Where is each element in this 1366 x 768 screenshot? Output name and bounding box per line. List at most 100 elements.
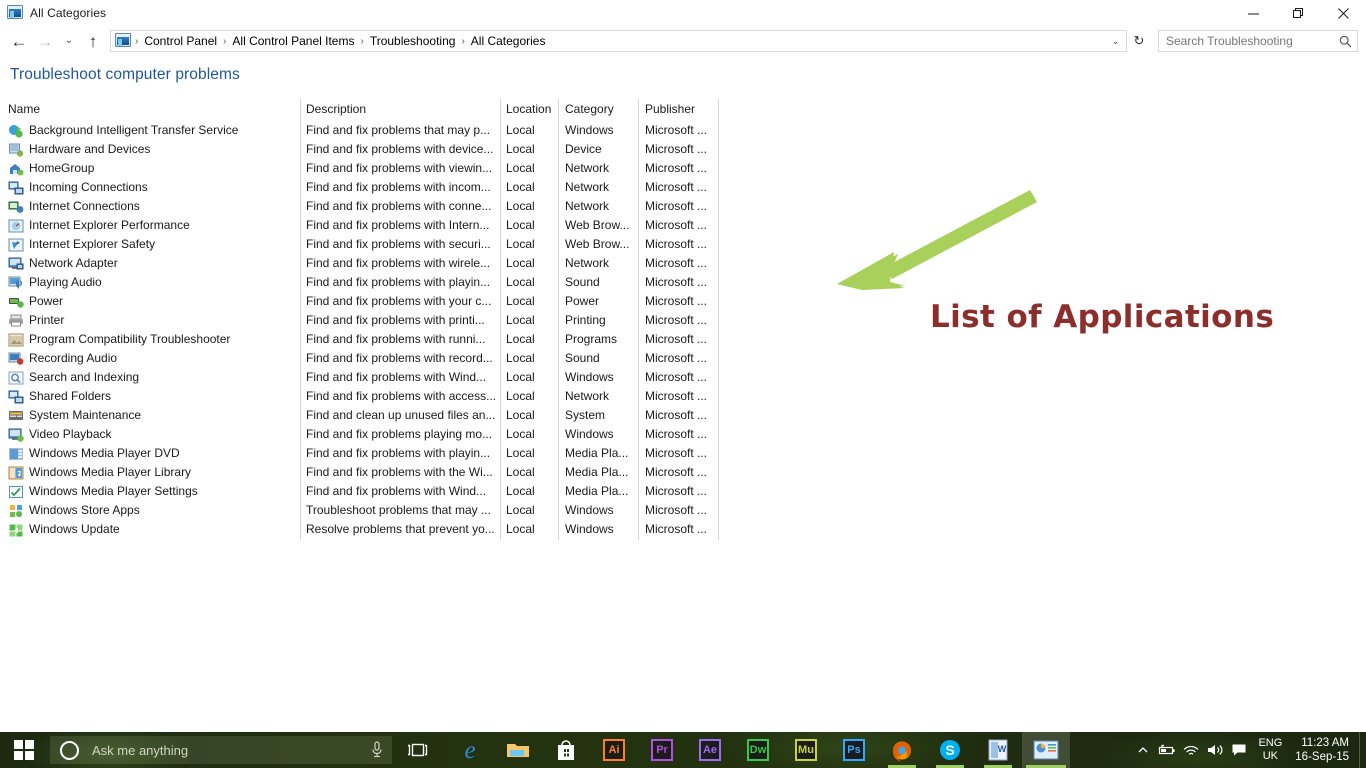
troubleshooter-name: Network Adapter bbox=[29, 256, 118, 270]
close-button[interactable] bbox=[1321, 0, 1366, 26]
breadcrumb-item-1[interactable]: All Control Panel Items bbox=[228, 33, 358, 49]
table-row[interactable]: Playing Audio Find and fix problems with … bbox=[0, 273, 1366, 292]
taskbar-app-skype[interactable]: S bbox=[926, 732, 974, 768]
cell-location: Local bbox=[506, 427, 535, 441]
cell-name: Program Compatibility Troubleshooter bbox=[8, 330, 296, 349]
taskbar-app-after-effects[interactable]: Ae bbox=[686, 732, 734, 768]
start-button[interactable] bbox=[0, 732, 48, 768]
table-row[interactable]: Shared Folders Find and fix problems with… bbox=[0, 387, 1366, 406]
cell-location: Local bbox=[506, 180, 535, 194]
cell-category: Sound bbox=[565, 351, 600, 365]
cell-category: Windows bbox=[565, 123, 614, 137]
breadcrumb-separator: › bbox=[360, 35, 364, 47]
breadcrumb-item-0[interactable]: Control Panel bbox=[140, 33, 221, 49]
search-box[interactable] bbox=[1158, 30, 1358, 52]
cortana-search-box[interactable]: Ask me anything bbox=[50, 736, 392, 764]
column-header-name[interactable]: Name bbox=[8, 99, 40, 119]
refresh-button[interactable]: ↻ bbox=[1127, 30, 1151, 52]
file-explorer-icon bbox=[507, 744, 529, 757]
troubleshooter-name: Hardware and Devices bbox=[29, 142, 151, 156]
svg-text:W: W bbox=[998, 744, 1007, 754]
annotation-label: List of Applications bbox=[930, 299, 1275, 335]
table-row[interactable]: Windows Media Player Settings Find and fi… bbox=[0, 482, 1366, 501]
table-row[interactable]: Incoming Connections Find and fix problem… bbox=[0, 178, 1366, 197]
troubleshooter-name: Internet Explorer Safety bbox=[29, 237, 156, 251]
taskbar-app-file-explorer[interactable] bbox=[494, 732, 542, 768]
taskbar-app-word[interactable]: W bbox=[974, 732, 1022, 768]
clock[interactable]: 11:23 AM 16-Sep-15 bbox=[1289, 732, 1359, 768]
notifications-icon[interactable] bbox=[1227, 732, 1251, 768]
cell-category: Network bbox=[565, 389, 610, 403]
volume-icon[interactable] bbox=[1203, 732, 1227, 768]
table-row[interactable]: Video Playback Find and fix problems play… bbox=[0, 425, 1366, 444]
cell-name: Windows Media Player Library bbox=[8, 463, 296, 482]
address-dropdown-button[interactable]: ⌄ bbox=[1107, 31, 1124, 51]
taskbar-app-firefox[interactable] bbox=[878, 732, 926, 768]
table-row[interactable]: Internet Explorer Safety Find and fix pro… bbox=[0, 235, 1366, 254]
cell-description: Find and fix problems with playin... bbox=[306, 446, 491, 460]
taskbar-app-premiere-pro[interactable]: Pr bbox=[638, 732, 686, 768]
table-row[interactable]: Internet Connections Find and fix problem… bbox=[0, 197, 1366, 216]
up-button[interactable]: ↑ bbox=[80, 28, 106, 54]
taskbar-app-photoshop[interactable]: Ps bbox=[830, 732, 878, 768]
table-row[interactable]: Search and Indexing Find and fix problems… bbox=[0, 368, 1366, 387]
cell-category: Network bbox=[565, 180, 610, 194]
table-row[interactable]: Windows Store Apps Troubleshoot problems … bbox=[0, 501, 1366, 520]
column-header-location[interactable]: Location bbox=[506, 99, 551, 119]
internet-connections-icon bbox=[8, 199, 24, 215]
table-row[interactable]: System Maintenance Find and clean up unus… bbox=[0, 406, 1366, 425]
chevron-down-icon: ⌄ bbox=[64, 35, 74, 46]
troubleshooter-name: Video Playback bbox=[29, 427, 112, 441]
maximize-button[interactable] bbox=[1276, 0, 1321, 26]
taskbar-app-edge[interactable]: e bbox=[446, 732, 494, 768]
table-row[interactable]: Recording Audio Find and fix problems wit… bbox=[0, 349, 1366, 368]
taskbar-app-muse[interactable]: Mu bbox=[782, 732, 830, 768]
back-button[interactable]: ← bbox=[6, 28, 32, 54]
search-input[interactable] bbox=[1166, 34, 1337, 48]
table-row[interactable]: Internet Explorer Performance Find and fi… bbox=[0, 216, 1366, 235]
taskbar-app-control-panel[interactable] bbox=[1022, 732, 1070, 768]
cell-category: Sound bbox=[565, 275, 600, 289]
taskbar-app-dreamweaver[interactable]: Dw bbox=[734, 732, 782, 768]
table-row[interactable]: HomeGroup Find and fix problems with view… bbox=[0, 159, 1366, 178]
table-row[interactable]: Windows Media Player Library Find and fix… bbox=[0, 463, 1366, 482]
cell-name: Windows Media Player DVD bbox=[8, 444, 296, 463]
taskbar-app-microsoft-store[interactable] bbox=[542, 732, 590, 768]
battery-icon[interactable] bbox=[1155, 732, 1179, 768]
table-row[interactable]: Hardware and Devices Find and fix problem… bbox=[0, 140, 1366, 159]
column-header-publisher[interactable]: Publisher bbox=[645, 99, 695, 119]
taskbar-app-illustrator[interactable]: Ai bbox=[590, 732, 638, 768]
cell-name: Windows Store Apps bbox=[8, 501, 296, 520]
column-header-category[interactable]: Category bbox=[565, 99, 614, 119]
table-row[interactable]: Network Adapter Find and fix problems wit… bbox=[0, 254, 1366, 273]
troubleshooter-name: Shared Folders bbox=[29, 389, 112, 403]
cell-category: Windows bbox=[565, 427, 614, 441]
language-indicator[interactable]: ENG UK bbox=[1251, 732, 1289, 768]
minimize-button[interactable] bbox=[1231, 0, 1276, 26]
cell-category: Power bbox=[565, 294, 600, 308]
cell-category: Web Brow... bbox=[565, 237, 630, 251]
show-hidden-icons-button[interactable] bbox=[1131, 732, 1155, 768]
cell-publisher: Microsoft ... bbox=[645, 256, 708, 270]
show-desktop-button[interactable] bbox=[1359, 732, 1366, 768]
cell-publisher: Microsoft ... bbox=[645, 142, 708, 156]
cell-category: Programs bbox=[565, 332, 618, 346]
cell-publisher: Microsoft ... bbox=[645, 275, 708, 289]
cell-name: Network Adapter bbox=[8, 254, 296, 273]
recent-locations-button[interactable]: ⌄ bbox=[58, 28, 80, 54]
cell-location: Local bbox=[506, 522, 535, 536]
column-header-description[interactable]: Description bbox=[306, 99, 366, 119]
cell-publisher: Microsoft ... bbox=[645, 123, 708, 137]
wifi-icon[interactable] bbox=[1179, 732, 1203, 768]
table-row[interactable]: Windows Media Player DVD Find and fix pro… bbox=[0, 444, 1366, 463]
forward-button[interactable]: → bbox=[32, 28, 58, 54]
table-row[interactable]: Windows Update Resolve problems that prev… bbox=[0, 520, 1366, 539]
breadcrumb-item-2[interactable]: Troubleshooting bbox=[366, 33, 460, 49]
cell-location: Local bbox=[506, 256, 535, 270]
breadcrumb-bar[interactable]: › Control Panel › All Control Panel Item… bbox=[110, 30, 1127, 52]
table-row[interactable]: Background Intelligent Transfer Service F… bbox=[0, 121, 1366, 140]
back-arrow-icon: ← bbox=[10, 31, 28, 51]
breadcrumb-item-3[interactable]: All Categories bbox=[467, 33, 550, 49]
microphone-icon[interactable] bbox=[368, 741, 386, 759]
task-view-button[interactable] bbox=[394, 732, 442, 768]
